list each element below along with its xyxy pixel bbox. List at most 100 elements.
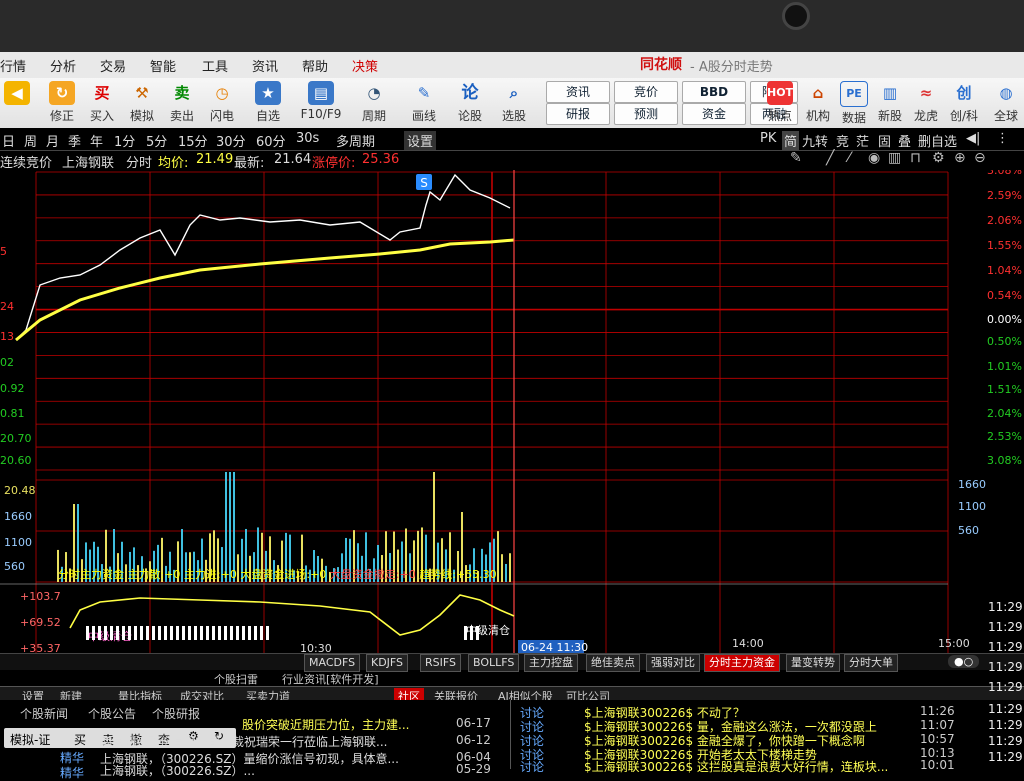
sim-buy-button[interactable]: 买: [74, 731, 86, 748]
tab-main-fund[interactable]: 分时主力资金: [704, 654, 780, 672]
tab-rsifs[interactable]: RSIFS: [420, 654, 461, 672]
news-box-button[interactable]: 资讯: [546, 81, 610, 103]
news-item-title[interactable]: 上海钢联，（300226.SZ）...: [100, 762, 255, 779]
eye-icon[interactable]: ◉: [868, 150, 880, 166]
menu-item-help[interactable]: 帮助: [302, 56, 328, 75]
funds-box-button[interactable]: 资金: [682, 103, 746, 125]
slash-tool-icon[interactable]: ⁄: [848, 150, 850, 166]
news-item-date: 06-12: [456, 733, 491, 747]
global-button[interactable]: ◍ 全球: [988, 81, 1024, 124]
nine-turn-button[interactable]: 九转: [802, 131, 828, 150]
period-30min[interactable]: 30分: [216, 131, 246, 150]
period-15min[interactable]: 15分: [178, 131, 208, 150]
news-item-title[interactable]: 南京钢铁股份有限公司总裁祝瑞荣一行莅临上海钢联...: [100, 733, 387, 750]
sidebar-toggle-icon[interactable]: ◀|: [966, 131, 980, 146]
ipo-button[interactable]: ▥ 新股: [872, 81, 908, 124]
period-year[interactable]: 年: [90, 131, 103, 150]
period-5min[interactable]: 5分: [146, 131, 167, 150]
more-icon[interactable]: ⋮: [996, 131, 1009, 146]
menu-item-info[interactable]: 资讯: [252, 56, 278, 75]
remove-watchlist-button[interactable]: 删自选: [918, 131, 957, 150]
forum-icon: 论: [461, 83, 479, 103]
price-axis-label-right: 0.50%: [987, 335, 1022, 348]
simulate-button[interactable]: ⚒ 模拟: [124, 81, 160, 124]
tab-volume-shift[interactable]: 量变转势: [786, 654, 840, 672]
period-week[interactable]: 周: [24, 131, 37, 150]
pk-button[interactable]: PK: [760, 131, 776, 146]
dragon-tiger-button[interactable]: ≈ 龙虎: [908, 81, 944, 124]
f10-button[interactable]: ▤ F10/F9: [298, 81, 344, 121]
bottom-tab-mine-sweep[interactable]: 个股扫雷: [214, 671, 258, 687]
menu-item-analysis[interactable]: 分析: [50, 56, 76, 75]
period-60min[interactable]: 60分: [256, 131, 286, 150]
webcam-icon: [782, 2, 810, 30]
stock-forum-button[interactable]: 论论股: [452, 81, 488, 124]
toggle-switch[interactable]: ●○: [948, 655, 980, 668]
menu-item-smart[interactable]: 智能: [150, 56, 176, 75]
auction-button[interactable]: 竞: [836, 131, 849, 150]
research-box-button[interactable]: 研报: [546, 103, 610, 125]
settings-gear-icon[interactable]: ⚙: [932, 150, 945, 166]
settings-button[interactable]: 设置: [404, 131, 437, 150]
tab-bollfs[interactable]: BOLLFS: [468, 654, 520, 672]
last-label: 最新:: [234, 156, 265, 171]
tab-macdfs[interactable]: MACDFS: [304, 654, 361, 672]
fix-button[interactable]: 固: [878, 131, 891, 150]
buy-button[interactable]: 买买入: [84, 81, 120, 124]
arrow-left-icon: ◀: [4, 81, 30, 105]
simple-button[interactable]: 简: [782, 131, 800, 150]
institution-button[interactable]: ⌂ 机构: [800, 81, 836, 124]
menu-item-quotes[interactable]: 行情: [0, 56, 26, 75]
volume-axis-label-left: 1660: [4, 510, 32, 523]
tab-kdjfs[interactable]: KDJFS: [366, 654, 409, 672]
line-tool-icon[interactable]: ╱: [826, 150, 834, 166]
community-post[interactable]: $上海钢联300226$ 这拦股真是浪费大好行情，连板块...: [584, 758, 888, 775]
period-quarter[interactable]: 季: [68, 131, 81, 150]
news-tab-announcements[interactable]: 个股公告: [88, 705, 136, 722]
pencil-tool-icon[interactable]: ✎: [790, 150, 802, 166]
tab-big-order[interactable]: 分时大单: [844, 654, 898, 672]
news-tab-reports[interactable]: 个股研报: [152, 705, 200, 722]
stock-pick-button[interactable]: ⌕ 选股: [496, 81, 532, 124]
data-button[interactable]: PE 数据: [836, 81, 872, 126]
chinext-button[interactable]: 创创/科: [944, 81, 984, 124]
correct-button[interactable]: ↻ 修正: [44, 81, 80, 124]
watchlist-button[interactable]: ★ 自选: [250, 81, 286, 124]
draw-line-button[interactable]: ✎ 画线: [406, 81, 442, 124]
overlay-button[interactable]: 叠: [898, 131, 911, 150]
period-month[interactable]: 月: [46, 131, 59, 150]
menu-item-trade[interactable]: 交易: [100, 56, 126, 75]
sell-button[interactable]: 卖卖出: [164, 81, 200, 124]
back-button[interactable]: ◀: [2, 81, 32, 107]
limit-label: 涨停价:: [312, 156, 356, 171]
flash-button[interactable]: ◷ 闪电: [204, 81, 240, 124]
period-day[interactable]: 日: [2, 131, 15, 150]
sim-account-button[interactable]: 模拟-证: [10, 731, 50, 748]
trash-icon[interactable]: ▥: [888, 150, 901, 166]
lock-icon[interactable]: ⊓: [910, 150, 921, 166]
hotspot-button[interactable]: HOT 热点: [762, 81, 798, 124]
news-item-title[interactable]: 股价突破近期压力位，主力建...: [242, 716, 409, 733]
intraday-chart[interactable]: 5 24 13 02 0.92 0.81 20.70 20.60 3.08% 2.59% 2.06%…: [0, 170, 1024, 700]
news-tab-stock-news[interactable]: 个股新闻: [20, 705, 68, 722]
volume-axis-label-left: 1100: [4, 536, 32, 549]
bbd-box-button[interactable]: BBD: [682, 81, 746, 103]
menu-item-tools[interactable]: 工具: [202, 56, 228, 75]
zoom-in-icon[interactable]: ⊕: [954, 150, 966, 166]
zoom-out-icon[interactable]: ⊖: [974, 150, 986, 166]
clearance-bar: [212, 626, 215, 640]
bottom-tab-industry-news[interactable]: 行业资讯[软件开发]: [282, 671, 379, 687]
tab-best-sell[interactable]: 绝佳卖点: [586, 654, 640, 672]
app-logo: 同花顺: [640, 57, 682, 73]
period-button[interactable]: ◔ 周期: [356, 81, 392, 124]
tab-strength[interactable]: 强弱对比: [646, 654, 700, 672]
mang-button[interactable]: 茫: [856, 131, 869, 150]
clearance-bar: [86, 626, 89, 640]
period-1min[interactable]: 1分: [114, 131, 135, 150]
period-30s[interactable]: 30s: [296, 131, 319, 146]
tab-main-control[interactable]: 主力控盘: [524, 654, 578, 672]
multi-period-button[interactable]: 多周期: [336, 131, 375, 150]
auction-box-button[interactable]: 竞价: [614, 81, 678, 103]
forecast-box-button[interactable]: 预测: [614, 103, 678, 125]
menu-item-decision[interactable]: 决策: [352, 56, 378, 75]
